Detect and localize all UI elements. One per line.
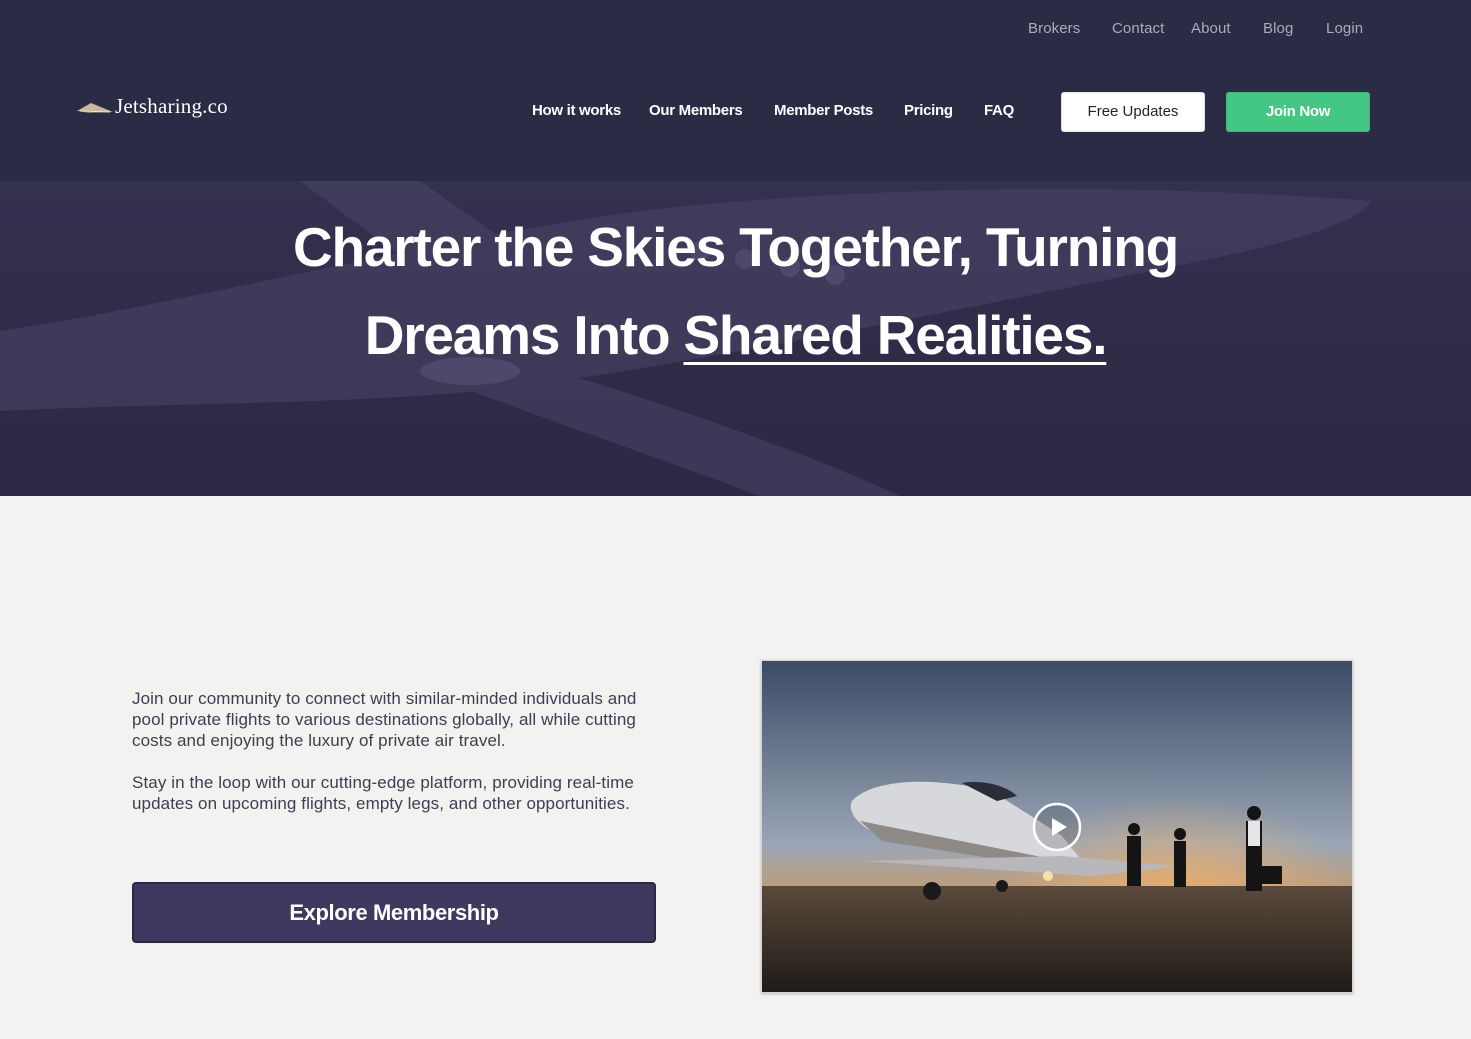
- top-nav-login[interactable]: Login: [1326, 19, 1363, 39]
- nav-pricing[interactable]: Pricing: [904, 102, 953, 120]
- paper-plane-icon: [77, 99, 113, 115]
- join-now-button[interactable]: Join Now: [1226, 92, 1370, 132]
- intro-paragraph-1: Join our community to connect with simil…: [132, 689, 637, 750]
- top-nav-brokers[interactable]: Brokers: [1028, 19, 1080, 39]
- play-icon[interactable]: [1032, 802, 1082, 852]
- video-player[interactable]: [761, 660, 1353, 993]
- intro-paragraph-2: Stay in the loop with our cutting-edge p…: [132, 773, 634, 813]
- hero-line-2-underlined: Shared Realities.: [683, 304, 1107, 366]
- nav-member-posts[interactable]: Member Posts: [774, 102, 873, 120]
- hero-headline: Charter the Skies Together, Turning Drea…: [0, 203, 1471, 379]
- top-nav-contact[interactable]: Contact: [1112, 19, 1164, 39]
- intro-text: Join our community to connect with simil…: [132, 688, 662, 814]
- nav-how-it-works[interactable]: How it works: [532, 102, 621, 120]
- site-logo[interactable]: Jetsharing.co: [77, 94, 228, 119]
- explore-membership-button[interactable]: Explore Membership: [132, 882, 656, 943]
- hero-line-1: Charter the Skies Together, Turning: [293, 216, 1179, 278]
- site-header: Brokers Contact About Blog Login Jetshar…: [0, 0, 1471, 181]
- nav-faq[interactable]: FAQ: [984, 102, 1014, 120]
- hero-line-2-prefix: Dreams Into: [364, 304, 684, 366]
- top-nav-blog[interactable]: Blog: [1263, 19, 1293, 39]
- hero-section: Charter the Skies Together, Turning Drea…: [0, 181, 1471, 496]
- free-updates-button[interactable]: Free Updates: [1061, 92, 1205, 132]
- brand-name: Jetsharing.co: [115, 94, 228, 118]
- nav-our-members[interactable]: Our Members: [649, 102, 743, 120]
- top-nav-about[interactable]: About: [1191, 19, 1231, 39]
